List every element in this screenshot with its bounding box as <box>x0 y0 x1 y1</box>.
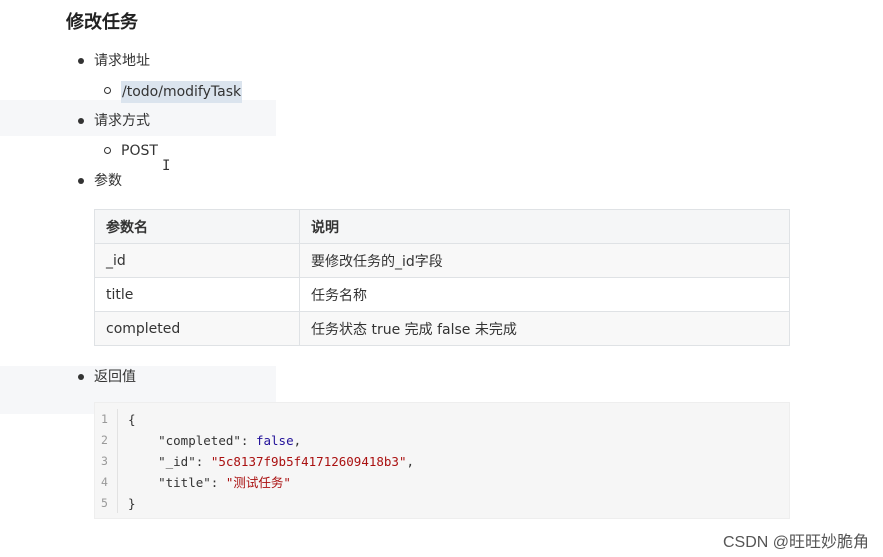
code-comma: , <box>406 454 415 469</box>
code-comma: , <box>293 433 302 448</box>
line-number: 2 <box>101 433 108 447</box>
table-row: completed 任务状态 true 完成 false 未完成 <box>94 311 790 346</box>
line-number: 3 <box>101 454 108 468</box>
table-header-cell: 说明 <box>299 209 790 244</box>
params-label: 参数 <box>94 173 122 189</box>
code-sep: : <box>195 454 211 469</box>
code-brace: } <box>128 496 136 511</box>
table-cell[interactable]: _id <box>94 243 300 278</box>
table-row: _id 要修改任务的_id字段 <box>94 243 790 278</box>
code-line: { <box>128 409 136 430</box>
params-table: 参数名 说明 _id 要修改任务的_id字段 title 任务名称 comple… <box>94 209 790 346</box>
code-line: "completed": false, <box>128 430 301 451</box>
code-key: "_id" <box>158 454 196 469</box>
code-value: "5c8137f9b5f41712609418b3" <box>210 454 407 469</box>
text-cursor-icon: I <box>162 158 171 174</box>
code-sep: : <box>240 433 256 448</box>
code-line: "_id": "5c8137f9b5f41712609418b3", <box>128 451 414 472</box>
table-cell[interactable]: title <box>94 277 300 312</box>
csdn-watermark: CSDN @旺旺妙脆角 <box>722 534 869 551</box>
table-header-row: 参数名 说明 <box>94 209 790 244</box>
table-row: title 任务名称 <box>94 277 790 312</box>
code-brace: { <box>128 412 136 427</box>
bullet-icon <box>78 58 84 64</box>
request-method-value[interactable]: POST <box>121 141 158 161</box>
table-cell[interactable]: 任务名称 <box>299 277 790 312</box>
code-key: "title" <box>158 475 211 490</box>
code-line: } <box>128 493 136 514</box>
line-number: 4 <box>101 475 108 489</box>
request-url-value[interactable]: /todo/modifyTask <box>121 81 243 103</box>
code-gutter: 1 2 3 4 5 <box>95 409 118 513</box>
request-method-label: 请求方式 <box>94 113 150 129</box>
line-number: 1 <box>101 412 108 426</box>
table-cell[interactable]: completed <box>94 311 300 346</box>
table-cell[interactable]: 任务状态 true 完成 false 未完成 <box>299 311 790 346</box>
code-block[interactable]: 1 2 3 4 5 { "completed": false, "_id": "… <box>94 402 790 519</box>
code-value: "测试任务" <box>225 475 291 490</box>
line-number: 5 <box>101 496 108 510</box>
code-line: "title": "测试任务" <box>128 472 291 493</box>
circle-bullet-icon <box>104 87 111 94</box>
circle-bullet-icon <box>104 147 111 154</box>
request-url-label: 请求地址 <box>94 53 150 69</box>
table-cell[interactable]: 要修改任务的_id字段 <box>299 243 790 278</box>
bullet-icon <box>78 178 84 184</box>
code-value: false <box>255 433 294 448</box>
return-label: 返回值 <box>94 369 136 385</box>
bullet-icon <box>78 374 84 380</box>
code-sep: : <box>210 475 226 490</box>
page-title: 修改任务 <box>66 12 138 33</box>
bullet-icon <box>78 118 84 124</box>
table-header-cell: 参数名 <box>94 209 300 244</box>
code-key: "completed" <box>158 433 241 448</box>
